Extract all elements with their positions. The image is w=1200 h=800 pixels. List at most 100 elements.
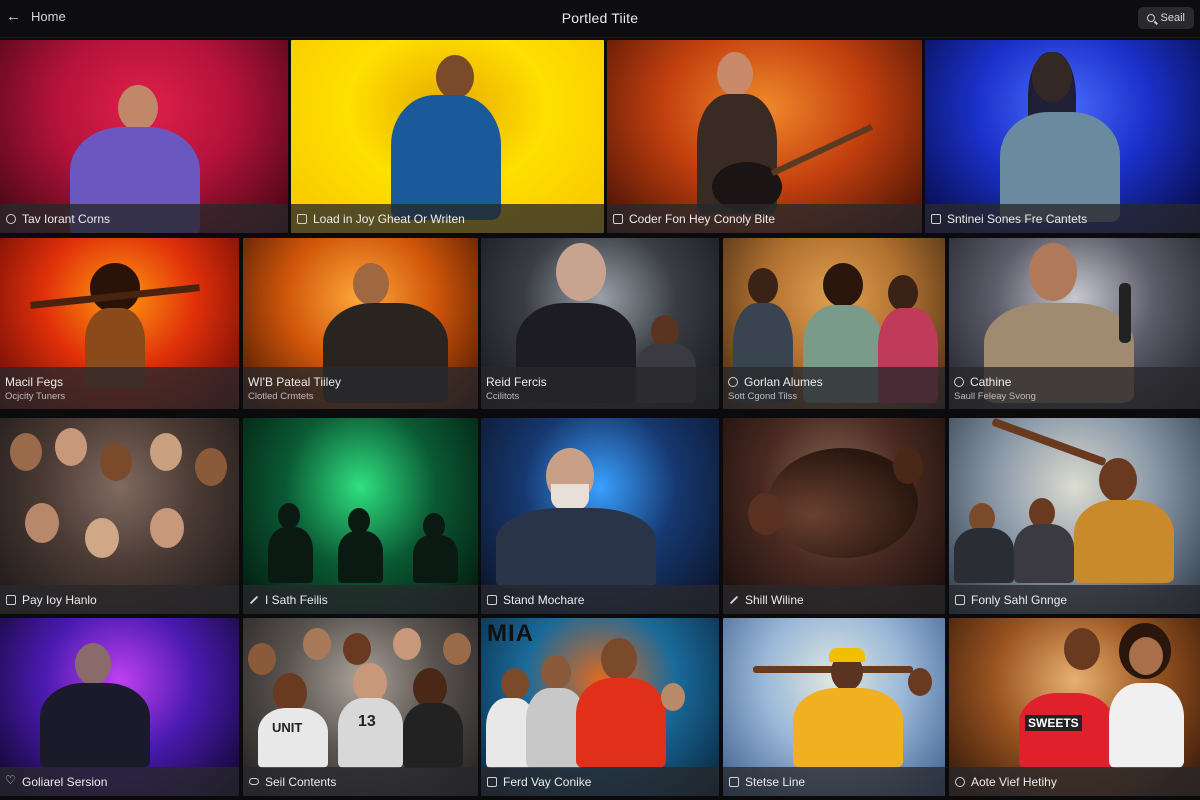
tile-caption: Shill Wiline [723,585,945,614]
tile-caption: Reid Fercis Ccilitots [481,367,719,409]
tile-caption: I Sath Feilis [243,585,478,614]
media-tile[interactable]: WI'B Pateal Tiiley Clotled Crmtets [243,238,478,409]
media-tile[interactable]: Coder Fon Hey Conoly Bite [607,40,922,233]
heart-icon [5,773,16,787]
tile-caption: Cathine Saull Feleay Svong [949,367,1200,409]
shirt-text: UNIT [272,720,303,735]
tile-title: Load in Joy Gheat Or Writen [313,211,465,226]
media-tile[interactable]: Shill Wiline [723,418,945,614]
media-tile[interactable]: UNIT 13 Seil Contents [243,618,478,796]
tile-title: Shill Wiline [745,592,804,607]
tile-title: Stetse Line [745,774,806,789]
shirt-number: 13 [358,713,376,730]
media-tile[interactable]: Sntinei Sones Fre Cantets [925,40,1200,233]
gear-icon [955,776,965,787]
tile-subtitle: Saull Feleay Svong [954,390,1036,402]
image-icon [297,213,307,224]
tile-caption: Macil Fegs Ocjcity Tuners [0,367,239,409]
image-icon [955,594,965,605]
tile-caption: Tav Iorant Corns [0,204,288,233]
tile-caption: Gorlan Alumes Sott Cgond Tilss [723,367,945,409]
top-bar: ← Home Portled Tiite Seail [0,0,1200,38]
image-icon [6,594,16,605]
tile-title: Sntinei Sones Fre Cantets [947,211,1088,226]
tile-title: Coder Fon Hey Conoly Bite [629,211,776,226]
crowd-figure [0,423,239,588]
tile-title: Pay Ioy Hanlo [22,592,97,607]
tile-title: Aote Vief Hetihy [971,774,1057,789]
couple-figure: SWEETS [1009,623,1189,768]
gear-icon [6,213,16,224]
screen-icon [931,213,941,224]
guitarist-figure [662,52,874,217]
shirt-text: SWEETS [1025,715,1082,731]
tile-title: Goliarel Sersion [22,774,108,789]
tile-caption: Stand Mochare [481,585,719,614]
crowd-dance-figure [949,418,1200,583]
singer-figure [30,643,170,768]
page-title: Portled Tiite [561,10,639,26]
media-tile[interactable]: SWEETS Aote Vief Hetihy [949,618,1200,796]
media-tile[interactable]: Tav Iorant Corns [0,40,288,233]
search-label: Seail [1160,12,1185,24]
gear-icon [728,376,738,387]
media-tile[interactable]: Fonly Sahl Gnnge [949,418,1200,614]
tile-title: Cathine [970,374,1012,389]
tile-caption: Stetse Line [723,767,945,796]
media-tile[interactable]: Reid Fercis Ccilitots [481,238,719,409]
tile-subtitle: Ccilitots [486,390,520,402]
arrow-left-icon: ← [6,8,21,25]
image-icon [487,594,497,605]
media-tile[interactable]: Macil Fegs Ocjcity Tuners [0,238,239,409]
group-figure [481,633,719,768]
media-tile[interactable]: Stand Mochare [481,418,719,614]
media-tile[interactable]: Pay Ioy Hanlo [0,418,239,614]
tile-title: Seil Contents [265,774,337,789]
folder-icon [613,213,623,224]
tile-title: Fonly Sahl Gnnge [971,592,1068,607]
image-icon [729,776,739,787]
tile-caption: Goliarel Sersion [0,767,239,796]
pen-icon [249,595,259,604]
tile-caption: Ferd Vay Conike [481,767,719,796]
media-tile[interactable]: MIA Ferd Vay Conike [481,618,719,796]
tile-subtitle: Ocjcity Tuners [5,390,66,402]
tile-caption: Load in Joy Gheat Or Writen [291,204,604,233]
media-tile[interactable]: Stetse Line [723,618,945,796]
media-tile[interactable]: Goliarel Sersion [0,618,239,796]
home-label: Home [31,9,66,24]
tile-title: Macil Fegs [5,374,64,389]
band-silhouette [263,503,463,583]
search-icon [1146,14,1155,22]
tile-subtitle: Clotled Crmtets [248,390,314,402]
home-icon [487,776,497,787]
tile-title: I Sath Feilis [265,592,328,607]
tile-subtitle: Sott Cgond Tilss [728,390,798,402]
link-icon [249,778,259,785]
tile-title: Reid Fercis [486,374,547,389]
old-man-figure [491,448,661,588]
media-tile[interactable]: Gorlan Alumes Sott Cgond Tilss [723,238,945,409]
crowd-figure: UNIT 13 [243,623,478,768]
performer-figure [386,55,506,220]
tile-caption: Aote Vief Hetihy [949,767,1200,796]
tile-title: Gorlan Alumes [744,374,823,389]
gear-icon [954,376,964,387]
tile-caption: Fonly Sahl Gnnge [949,585,1200,614]
back-home-link[interactable]: ← Home [6,9,66,24]
dancer-figure [30,263,200,388]
tile-caption: Sntinei Sones Fre Cantets [925,204,1200,233]
media-tile[interactable]: Load in Joy Gheat Or Writen [291,40,604,233]
dancers-figure [728,438,938,583]
woman-figure [970,52,1120,222]
media-tile[interactable]: I Sath Feilis [243,418,478,614]
media-tile[interactable]: Cathine Saull Feleay Svong [949,238,1200,409]
search-button[interactable]: Seail [1137,7,1194,29]
tile-title: WI'B Pateal Tiiley [248,374,341,389]
tile-caption: Coder Fon Hey Conoly Bite [607,204,922,233]
pen-icon [729,595,739,604]
tile-caption: Seil Contents [243,767,478,796]
tile-title: Stand Mochare [503,592,585,607]
tile-caption: Pay Ioy Hanlo [0,585,239,614]
tile-title: Tav Iorant Corns [22,211,111,226]
